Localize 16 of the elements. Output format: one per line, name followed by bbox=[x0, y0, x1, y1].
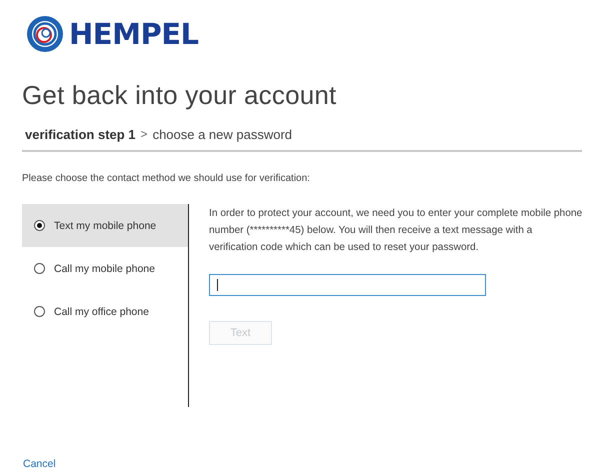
contact-method-option[interactable]: Text my mobile phone bbox=[22, 204, 188, 247]
contact-method-option[interactable]: Call my office phone bbox=[22, 290, 188, 333]
radio-button[interactable] bbox=[34, 306, 45, 317]
breadcrumb-separator: > bbox=[140, 127, 148, 142]
phone-number-field[interactable] bbox=[209, 274, 486, 296]
breadcrumb-step: choose a new password bbox=[152, 127, 292, 142]
contact-method-option[interactable]: Call my mobile phone bbox=[22, 247, 188, 290]
radio-button[interactable] bbox=[34, 220, 45, 231]
page-title: Get back into your account bbox=[22, 80, 338, 111]
radio-button[interactable] bbox=[34, 263, 45, 274]
logo-wordmark: HEMPEL bbox=[69, 17, 198, 51]
breadcrumb-step: verification step 1 bbox=[25, 127, 136, 142]
logo-icon bbox=[25, 14, 65, 54]
description-text: In order to protect your account, we need you to enter your complete mobile phone number (**********45) below. You will then receive a text message with a verification code which can be used to reset your password. bbox=[209, 207, 583, 255]
cancel-link[interactable]: Cancel bbox=[23, 458, 56, 470]
instruction-text: Please choose the contact method we should use for verification: bbox=[22, 173, 311, 184]
